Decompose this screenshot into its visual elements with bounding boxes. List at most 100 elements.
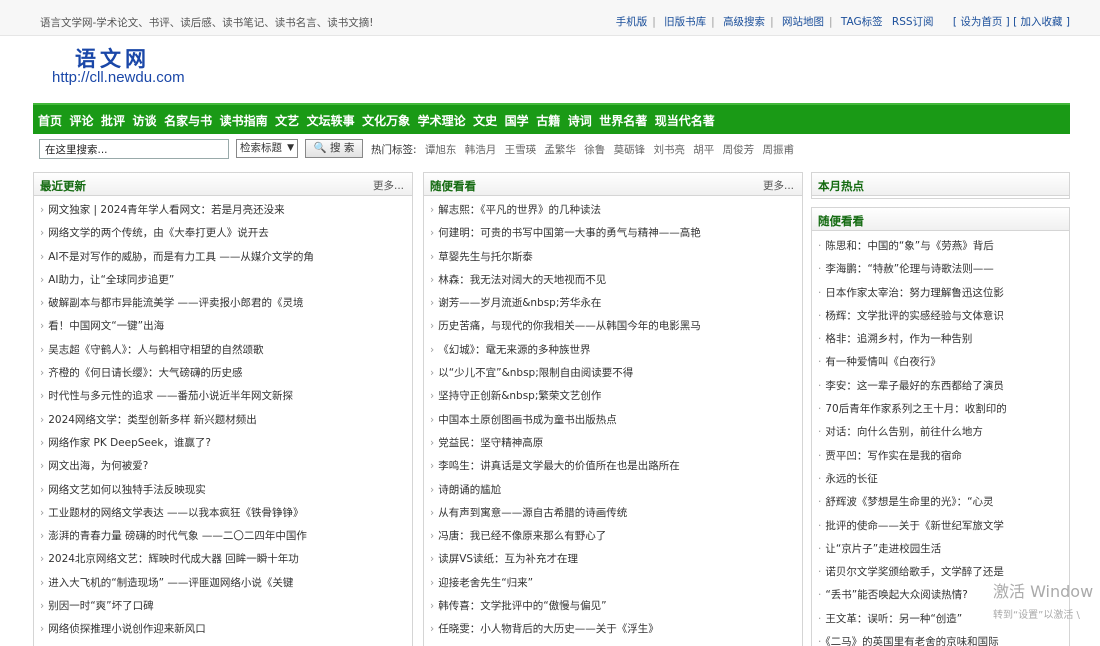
chevron-down-icon: ▼: [287, 143, 294, 153]
nav-item-home[interactable]: 首页: [38, 112, 62, 129]
list-item[interactable]: 诗朗诵的尴尬: [430, 483, 795, 506]
list-item[interactable]: 历史苦痛，与现代的你我相关——从韩国今年的电影黑马: [430, 319, 795, 342]
nav-item[interactable]: 文艺: [275, 112, 299, 129]
list-item[interactable]: 谢芳——岁月流逝&nbsp;芳华永在: [430, 296, 795, 319]
hot-tag[interactable]: 韩浩月: [465, 144, 497, 156]
right-sidebar: 本月热点 随便看看 陈思和：中国的“象”与《劳燕》背后李海鹏：“特赦”伦理与诗歌…: [811, 172, 1070, 646]
panel-header: 随便看看 更多...: [424, 173, 802, 196]
list-item[interactable]: 别因一时“爽”坏了口碑: [40, 599, 405, 622]
nav-item[interactable]: 文史: [473, 112, 497, 129]
list-item[interactable]: 李鸣生：讲真话是文学最大的价值所在也是出路所在: [430, 459, 795, 482]
list-item[interactable]: 看！中国网文“一键”出海: [40, 319, 405, 342]
list-item[interactable]: 党益民：坚守精神高原: [430, 436, 795, 459]
nav-item[interactable]: 名家与书: [164, 112, 212, 129]
list-item[interactable]: 网络侦探推理小说创作迎来新风口: [40, 622, 405, 645]
site-logo[interactable]: 语文网 http://cll.newdu.com: [52, 43, 232, 93]
list-item[interactable]: 格非：追溯乡村，作为一种告别: [818, 332, 1066, 355]
list-item[interactable]: 进入大飞机的“制造现场” ——评匪迦网络小说《关键: [40, 576, 405, 599]
nav-item[interactable]: 学术理论: [418, 112, 466, 129]
hot-tag[interactable]: 胡平: [693, 144, 714, 156]
list-item[interactable]: 以“少儿不宜”&nbsp;限制自由阅读要不得: [430, 366, 795, 389]
nav-item[interactable]: 诗词: [568, 112, 592, 129]
list-item[interactable]: 网络文艺如何以独特手法反映现实: [40, 483, 405, 506]
panel-header: 随便看看: [812, 208, 1069, 231]
tag-link[interactable]: TAG标签: [841, 14, 883, 29]
list-item[interactable]: 吴志超《守鹤人》：人与鹤相守相望的自然颂歌: [40, 343, 405, 366]
hot-tag[interactable]: 刘书亮: [653, 144, 685, 156]
list-item[interactable]: 草婴先生与托尔斯泰: [430, 250, 795, 273]
sitemap-link[interactable]: 网站地图: [782, 14, 824, 29]
nav-item[interactable]: 访谈: [133, 112, 157, 129]
list-item[interactable]: 有一种爱情叫《白夜行》: [818, 355, 1066, 378]
link-separator: |: [770, 16, 774, 28]
list-item[interactable]: 李安：这一辈子最好的东西都给了演员: [818, 379, 1066, 402]
more-link[interactable]: 更多...: [763, 178, 794, 193]
list-item[interactable]: 读屏VS读纸：互为补充才在理: [430, 552, 795, 575]
list-item[interactable]: 批评的使命——关于《新世纪军旅文学: [818, 519, 1066, 542]
list-item[interactable]: 网络作家 PK DeepSeek，谁赢了?: [40, 436, 405, 459]
list-item[interactable]: 让“京片子”走进校园生活: [818, 542, 1066, 565]
list-item[interactable]: 从有声到寓意——源自古希腊的诗画传统: [430, 506, 795, 529]
list-item[interactable]: 何建明：可贵的书写中国第一大事的勇气与精神——高艳: [430, 226, 795, 249]
hot-tag[interactable]: 周振甫: [762, 144, 794, 156]
hot-tag[interactable]: 王雪瑛: [505, 144, 537, 156]
panel-title: 随便看看: [818, 214, 864, 228]
nav-item[interactable]: 读书指南: [220, 112, 268, 129]
search-type-select[interactable]: 检索标题 ▼: [236, 139, 298, 158]
list-item[interactable]: 网络文学的两个传统，由《大奉打更人》说开去: [40, 226, 405, 249]
hot-tag[interactable]: 周俊芳: [723, 144, 755, 156]
set-home-link[interactable]: [ 设为首页 ]: [953, 14, 1010, 29]
list-item[interactable]: 林森：我无法对阔大的天地视而不见: [430, 273, 795, 296]
list-item[interactable]: 破解副本与都市异能流美学 ——评卖报小郎君的《灵境: [40, 296, 405, 319]
list-item[interactable]: 齐橙的《何日请长缨》：大气磅礴的历史感: [40, 366, 405, 389]
list-item[interactable]: 《幻城》：鼋无来源的多种族世界: [430, 343, 795, 366]
list-item[interactable]: 坚持守正创新&nbsp;繁荣文艺创作: [430, 389, 795, 412]
list-item[interactable]: 陈思和：中国的“象”与《劳燕》背后: [818, 239, 1066, 262]
list-item[interactable]: AI助力，让“全球同步追更”: [40, 273, 405, 296]
list-item[interactable]: 时代性与多元性的追求 ——番茄小说近半年网文新探: [40, 389, 405, 412]
list-item[interactable]: 迎接老舍先生“归来”: [430, 576, 795, 599]
mobile-link[interactable]: 手机版: [616, 14, 648, 29]
list-item[interactable]: 日本作家太宰治：努力理解鲁迅这位影: [818, 286, 1066, 309]
list-item[interactable]: 网文独家 | 2024青年学人看网文：若是月亮还没来: [40, 203, 405, 226]
hot-tag[interactable]: 谭旭东: [425, 144, 457, 156]
nav-item[interactable]: 现当代名著: [655, 112, 715, 129]
list-item[interactable]: AI不是对写作的威胁，而是有力工具 ——从媒介文学的角: [40, 250, 405, 273]
list-item[interactable]: 工业题材的网络文学表达 ——以我本疯狂《铁骨铮铮》: [40, 506, 405, 529]
nav-item[interactable]: 批评: [101, 112, 125, 129]
list-item[interactable]: 2024北京网络文艺：辉映时代成大器 回眸一瞬十年功: [40, 552, 405, 575]
list-item[interactable]: 杨辉：文学批评的实感经验与文体意识: [818, 309, 1066, 332]
rss-link[interactable]: RSS订阅: [892, 14, 934, 29]
list-item[interactable]: 冯唐：我已经不像原来那么有野心了: [430, 529, 795, 552]
search-input[interactable]: [39, 139, 229, 159]
hot-tag[interactable]: 莫砺锋: [614, 144, 646, 156]
list-item[interactable]: 任晓雯：小人物背后的大历史——关于《浮生》: [430, 622, 795, 645]
site-slogan: 语言文学网-学术论文、书评、读后感、读书笔记、读书名言、读书文摘!: [40, 17, 374, 29]
list-item[interactable]: 2024网络文学：类型创新多样 新兴题材频出: [40, 413, 405, 436]
add-favorite-link[interactable]: [ 加入收藏 ]: [1013, 14, 1070, 29]
nav-item[interactable]: 世界名著: [599, 112, 647, 129]
more-link[interactable]: 更多...: [373, 178, 404, 193]
list-item[interactable]: 《二马》的英国里有老舍的京味和国际: [818, 635, 1066, 646]
list-item[interactable]: 70后青年作家系列之王十月：收割印的: [818, 402, 1066, 425]
nav-item[interactable]: 评论: [70, 112, 94, 129]
list-item[interactable]: 中国本土原创图画书成为童书出版热点: [430, 413, 795, 436]
list-item[interactable]: 永远的长征: [818, 472, 1066, 495]
advanced-search-link[interactable]: 高级搜索: [723, 14, 765, 29]
search-button[interactable]: 🔍 搜 索: [305, 139, 363, 158]
hot-tag[interactable]: 孟繁华: [544, 144, 576, 156]
list-item[interactable]: 对话：向什么告别，前往什么地方: [818, 425, 1066, 448]
list-item[interactable]: 李海鹏：“特赦”伦理与诗歌法则——: [818, 262, 1066, 285]
list-item[interactable]: 韩传喜：文学批评中的“傲慢与偏见”: [430, 599, 795, 622]
hot-tag[interactable]: 徐鲁: [584, 144, 605, 156]
nav-item[interactable]: 古籍: [536, 112, 560, 129]
nav-item[interactable]: 文坛轶事: [307, 112, 355, 129]
list-item[interactable]: 贾平凹：写作实在是我的宿命: [818, 449, 1066, 472]
list-item[interactable]: 澎湃的青春力量 磅礴的时代气象 ——二〇二四年中国作: [40, 529, 405, 552]
old-library-link[interactable]: 旧版书库: [664, 14, 706, 29]
list-item[interactable]: 舒辉波《梦想是生命里的光》：“心灵: [818, 495, 1066, 518]
nav-item[interactable]: 国学: [505, 112, 529, 129]
list-item[interactable]: 网文出海，为何被爱?: [40, 459, 405, 482]
list-item[interactable]: 解志熙：《平凡的世界》的几种读法: [430, 203, 795, 226]
nav-item[interactable]: 文化万象: [362, 112, 410, 129]
